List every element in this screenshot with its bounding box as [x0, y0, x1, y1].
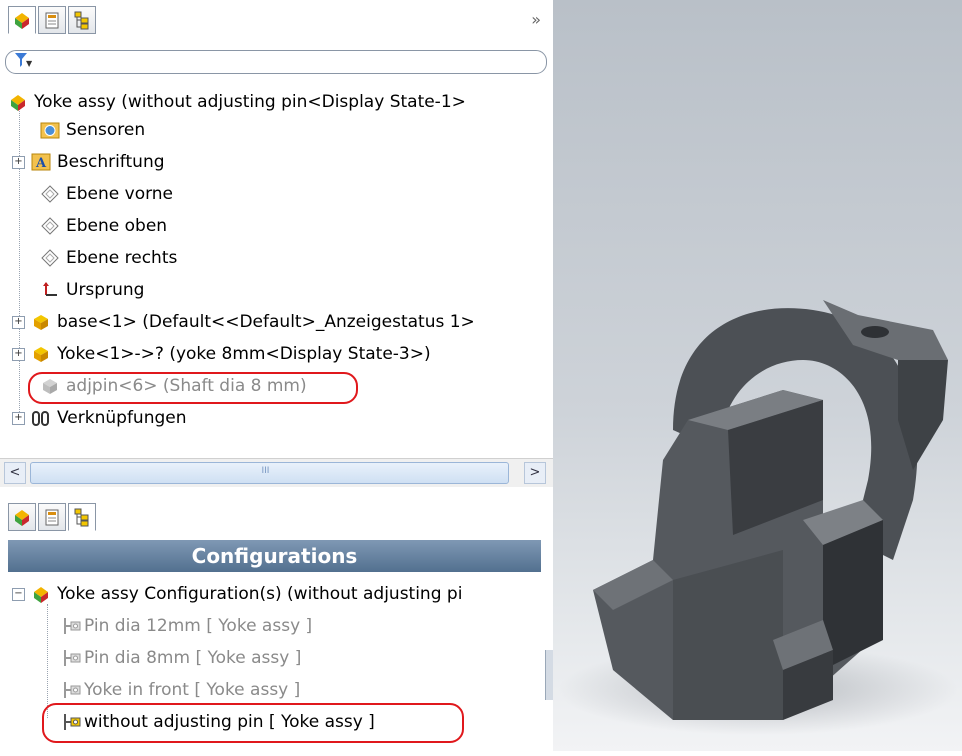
tree-item-label: Sensoren [66, 120, 146, 140]
tab-feature-manager[interactable] [8, 503, 36, 531]
configurations-header: Configurations [8, 540, 541, 572]
expand-plus-icon[interactable]: + [12, 155, 25, 169]
assembly-icon [12, 507, 32, 527]
tree-item-ebene-rechts[interactable]: Ebene rechts [40, 244, 177, 272]
part-icon [31, 312, 51, 332]
tree-root-label: Yoke assy (without adjusting pin<Display… [34, 92, 466, 112]
tree-item-ursprung[interactable]: Ursprung [40, 276, 144, 304]
config-item-pin-dia-12mm[interactable]: Pin dia 12mm [ Yoke assy ] [62, 612, 312, 640]
tab-property-manager[interactable] [38, 503, 66, 531]
config-item-label: Pin dia 12mm [ Yoke assy ] [84, 616, 313, 636]
mates-icon [31, 408, 51, 428]
plane-icon [40, 248, 60, 268]
top-tab-bar: » [0, 0, 553, 36]
svg-text:A: A [35, 156, 47, 171]
expand-plus-icon[interactable]: + [12, 347, 25, 361]
tree-item-label: Ebene oben [66, 216, 168, 236]
yoke-3d-model [558, 300, 958, 735]
tree-filter-input[interactable]: ▼ [5, 50, 547, 74]
config-item-label: Yoke in front [ Yoke assy ] [84, 680, 301, 700]
plane-icon [40, 184, 60, 204]
configuration-manager-icon [72, 10, 92, 30]
tree-item-base[interactable]: + base<1> (Default<<Default>_Anzeigestat… [12, 308, 475, 336]
property-manager-icon [42, 10, 62, 30]
assembly-icon [12, 10, 32, 30]
tree-item-sensoren[interactable]: Sensoren [40, 116, 145, 144]
tree-item-ebene-vorne[interactable]: Ebene vorne [40, 180, 173, 208]
configuration-icon [62, 680, 82, 700]
expand-plus-icon[interactable]: + [12, 411, 25, 425]
tab-configuration-manager[interactable] [68, 6, 96, 34]
config-root[interactable]: − Yoke assy Configuration(s) (without ad… [12, 580, 462, 608]
tab-feature-manager[interactable] [8, 6, 36, 34]
panel-splitter-handle[interactable] [545, 650, 553, 700]
tree-item-beschriftung[interactable]: + A Beschriftung [12, 148, 165, 176]
config-item-yoke-in-front[interactable]: Yoke in front [ Yoke assy ] [62, 676, 300, 704]
tree-item-verknuepfungen[interactable]: + Verknüpfungen [12, 404, 187, 432]
filter-icon[interactable]: ▼ [14, 52, 33, 72]
tree-item-label: Verknüpfungen [57, 408, 187, 428]
tree-item-ebene-oben[interactable]: Ebene oben [40, 212, 167, 240]
sensor-icon [40, 120, 60, 140]
scroll-right-button[interactable]: > [524, 462, 546, 484]
assembly-icon [31, 584, 51, 604]
collapse-minus-icon[interactable]: − [12, 587, 25, 601]
property-manager-icon [42, 507, 62, 527]
tree-item-label: Yoke<1>->? (yoke 8mm<Display State-3>) [57, 344, 431, 364]
configuration-manager-icon [72, 507, 92, 527]
bottom-tab-bar [0, 497, 553, 533]
assembly-icon [8, 92, 28, 112]
part-icon [31, 344, 51, 364]
tree-item-yoke[interactable]: + Yoke<1>->? (yoke 8mm<Display State-3>) [12, 340, 431, 368]
scroll-left-button[interactable]: < [4, 462, 26, 484]
tab-property-manager[interactable] [38, 6, 66, 34]
configuration-icon [62, 616, 82, 636]
expand-plus-icon[interactable]: + [12, 315, 25, 329]
tree-item-label: Beschriftung [57, 152, 165, 172]
highlight-annotation [42, 703, 464, 743]
config-root-label: Yoke assy Configuration(s) (without adju… [57, 584, 463, 604]
origin-icon [40, 280, 60, 300]
horizontal-scrollbar[interactable]: < III > [0, 458, 553, 487]
svg-text:▼: ▼ [26, 59, 32, 68]
tree-item-label: Ebene rechts [66, 248, 178, 268]
highlight-annotation [28, 372, 358, 404]
tree-item-label: Ursprung [66, 280, 145, 300]
graphics-viewport[interactable] [553, 0, 962, 751]
annotation-icon: A [31, 152, 51, 172]
tree-item-label: Ebene vorne [66, 184, 174, 204]
config-item-label: Pin dia 8mm [ Yoke assy ] [84, 648, 302, 668]
tree-item-label: base<1> (Default<<Default>_Anzeigestatus… [57, 312, 475, 332]
config-item-pin-dia-8mm[interactable]: Pin dia 8mm [ Yoke assy ] [62, 644, 301, 672]
scroll-grip: III [261, 466, 270, 476]
configuration-icon [62, 648, 82, 668]
feature-manager-panel: » ▼ Yoke assy (without adjusting pin<Dis… [0, 0, 553, 751]
overflow-chevron-icon[interactable]: » [531, 10, 541, 29]
scroll-thumb[interactable]: III [30, 462, 509, 484]
plane-icon [40, 216, 60, 236]
tree-root-assembly[interactable]: Yoke assy (without adjusting pin<Display… [8, 88, 466, 116]
tab-configuration-manager[interactable] [68, 503, 96, 531]
config-tree-connector [47, 604, 48, 718]
